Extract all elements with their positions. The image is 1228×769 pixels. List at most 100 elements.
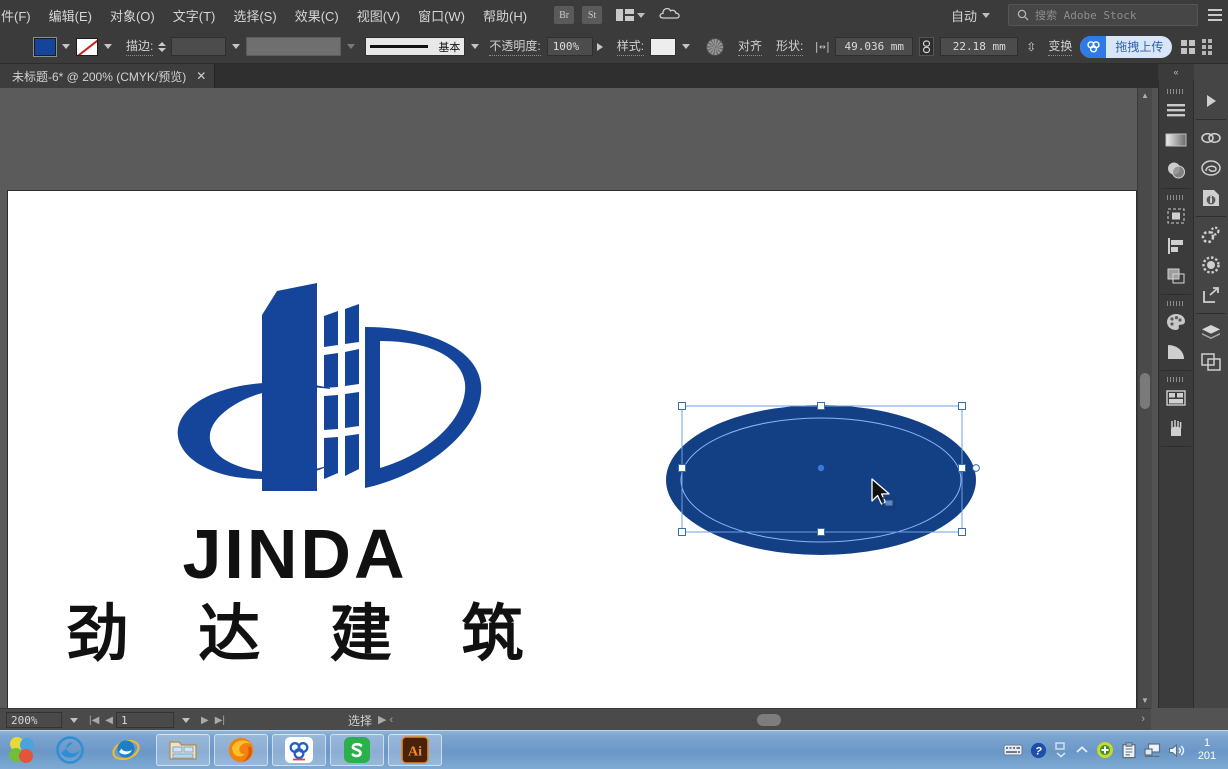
workspace-switcher[interactable]: 自动	[943, 6, 998, 25]
arrange-documents-icon[interactable]	[616, 9, 646, 21]
gradient-panel-icon[interactable]	[1161, 125, 1191, 155]
stock-icon[interactable]: St	[582, 6, 603, 24]
stock-search-input[interactable]: 搜索 Adobe Stock	[1008, 4, 1198, 26]
document-info-panel-icon[interactable]	[1196, 183, 1226, 213]
scroll-left-icon[interactable]: ▶ ‹	[378, 713, 393, 726]
taskbar-ie-icon[interactable]	[98, 733, 154, 767]
swatches-panel-icon[interactable]	[1161, 307, 1191, 337]
width-field[interactable]: 49.036 mm	[835, 37, 914, 56]
artboards-panel-icon[interactable]	[1161, 383, 1191, 413]
layers-panel-icon[interactable]	[1196, 317, 1226, 347]
canvas-vertical-scrollbar[interactable]: ▲ ▼	[1137, 88, 1152, 708]
menu-type[interactable]: 文字(T)	[164, 2, 225, 29]
properties-panel-icon[interactable]	[1161, 95, 1191, 125]
artboard-copy-panel-icon[interactable]	[1196, 347, 1226, 377]
variable-width-profile-field[interactable]	[246, 37, 342, 56]
stroke-dropdown-chevron-icon[interactable]	[104, 44, 112, 49]
zoom-chevron-icon[interactable]	[70, 717, 78, 723]
stroke-weight-stepper[interactable]	[158, 41, 167, 52]
scroll-up-icon[interactable]: ▲	[1141, 91, 1149, 100]
jinda-logo-artwork[interactable]: JINDA 劲 达 建 筑	[30, 283, 560, 708]
volume-icon[interactable]	[1168, 743, 1185, 758]
taskbar-firefox-icon[interactable]	[214, 734, 268, 766]
links-panel-icon[interactable]	[1196, 123, 1226, 153]
status-tool-label[interactable]: 选择	[348, 712, 372, 729]
start-orb-icon[interactable]	[2, 733, 42, 767]
dock-group-grip[interactable]	[1167, 195, 1185, 200]
security-shield-icon[interactable]	[1096, 741, 1114, 759]
brushes-panel-icon[interactable]	[1161, 413, 1191, 443]
taskbar-wps-icon[interactable]	[330, 734, 384, 766]
vertical-scroll-thumb[interactable]	[1140, 373, 1150, 409]
page-chevron-icon[interactable]	[182, 717, 190, 723]
menu-object[interactable]: 对象(O)	[101, 2, 164, 29]
menu-effect[interactable]: 效果(C)	[286, 2, 348, 29]
logo-chinese-text[interactable]: 劲 达 建 筑	[30, 601, 560, 666]
close-icon[interactable]: ✕	[196, 69, 206, 83]
transform-panel-icon[interactable]	[1161, 261, 1191, 291]
stroke-weight-chevron-icon[interactable]	[232, 44, 241, 49]
actions-panel-icon[interactable]	[1196, 220, 1226, 250]
dock-group-grip[interactable]	[1167, 89, 1185, 94]
menu-file[interactable]: 件(F)	[0, 2, 40, 29]
stroke-weight-field[interactable]	[171, 37, 227, 56]
taskbar-edge-icon[interactable]	[42, 733, 98, 767]
keyboard-ime-icon[interactable]	[1003, 743, 1023, 757]
prev-page-icon[interactable]: ◀	[102, 715, 116, 726]
page-number-field[interactable]: 1	[116, 712, 174, 728]
scroll-right-icon[interactable]: ›	[1141, 713, 1145, 725]
variable-width-chevron-icon[interactable]	[347, 44, 356, 49]
height-field[interactable]: 22.18 mm	[940, 37, 1019, 56]
dock-collapse-button[interactable]: «	[1158, 64, 1194, 80]
taskbar-file-explorer-icon[interactable]	[156, 734, 210, 766]
logo-english-text[interactable]: JINDA	[30, 519, 560, 589]
stroke-color-swatch[interactable]	[76, 37, 98, 56]
next-page-icon[interactable]: ▶	[198, 715, 212, 726]
pathfinder-panel-icon[interactable]	[1161, 201, 1191, 231]
stroke-profile-dropdown[interactable]: 基本	[365, 37, 466, 56]
libraries-panel-icon[interactable]	[1196, 153, 1226, 183]
menu-edit[interactable]: 编辑(E)	[40, 2, 101, 29]
graphic-style-swatch[interactable]	[650, 37, 677, 56]
scroll-down-icon[interactable]: ▼	[1141, 696, 1149, 705]
bridge-icon[interactable]: Br	[554, 6, 575, 24]
document-tab[interactable]: 未标题-6* @ 200% (CMYK/预览) ✕	[0, 64, 216, 88]
zoom-level-field[interactable]: 200%	[6, 712, 62, 728]
clipboard-icon[interactable]	[1121, 741, 1137, 759]
stroke-profile-chevron-icon[interactable]	[471, 44, 480, 49]
transform-label[interactable]: 变换	[1048, 37, 1073, 56]
dock-group-grip[interactable]	[1167, 377, 1185, 382]
expand-panel-arrow-icon[interactable]	[1196, 86, 1226, 116]
transparency-panel-icon[interactable]	[1161, 155, 1191, 185]
horizontal-scrollbar[interactable]: ▶ ‹ ›	[372, 709, 1151, 731]
taskbar-illustrator-icon[interactable]: Ai	[388, 734, 442, 766]
recolor-artwork-icon[interactable]	[706, 37, 725, 56]
first-page-icon[interactable]: |◀	[86, 715, 102, 726]
opacity-field[interactable]: 100%	[546, 37, 593, 56]
drag-upload-button[interactable]: 拖拽上传	[1080, 35, 1173, 58]
fill-color-swatch[interactable]	[33, 36, 57, 57]
menu-select[interactable]: 选择(S)	[224, 2, 285, 29]
constrain-proportions-icon[interactable]	[919, 37, 935, 56]
jinda-jd-building-logo[interactable]	[125, 283, 505, 518]
network-icon[interactable]	[1144, 742, 1161, 758]
show-hidden-icons-icon[interactable]	[1075, 745, 1089, 755]
help-question-icon[interactable]: ?	[1030, 742, 1047, 759]
opacity-flyout-arrow-icon[interactable]	[596, 42, 603, 51]
hamburger-menu-icon[interactable]	[1208, 9, 1222, 21]
horizontal-scroll-thumb[interactable]	[757, 714, 782, 726]
appearance-panel-icon[interactable]	[1196, 250, 1226, 280]
creative-cloud-icon[interactable]	[659, 5, 681, 26]
last-page-icon[interactable]: ▶|	[212, 715, 228, 726]
align-panel-icon[interactable]	[1161, 231, 1191, 261]
fill-dropdown-chevron-icon[interactable]	[62, 44, 70, 49]
color-guide-panel-icon[interactable]	[1161, 337, 1191, 367]
menu-view[interactable]: 视图(V)	[348, 2, 409, 29]
taskbar-baidu-netdisk-icon[interactable]	[272, 734, 326, 766]
canvas-viewport[interactable]: JINDA 劲 达 建 筑	[0, 88, 1145, 708]
style-chevron-icon[interactable]	[682, 44, 691, 49]
more-options-icon[interactable]	[1202, 38, 1213, 55]
selected-ellipse-group[interactable]	[660, 388, 1000, 573]
menu-window[interactable]: 窗口(W)	[409, 2, 474, 29]
dock-group-grip[interactable]	[1167, 301, 1185, 306]
